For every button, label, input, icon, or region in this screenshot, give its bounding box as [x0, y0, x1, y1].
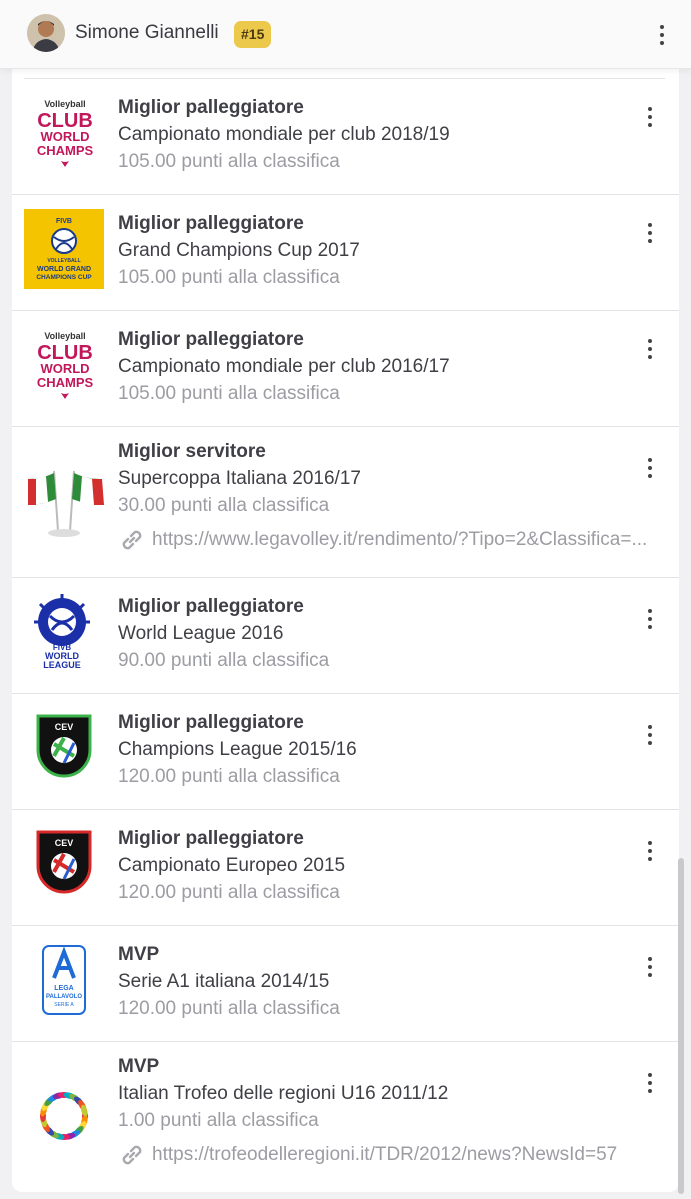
award-event: Campionato mondiale per club 2016/17 [118, 356, 450, 377]
svg-text:WORLD: WORLD [40, 361, 89, 376]
svg-text:CHAMPS: CHAMPS [37, 143, 94, 158]
fivb-world-league-logo: FIVB WORLD LEAGUE [24, 592, 106, 674]
award-title: MVP [118, 944, 160, 965]
lega-pallavolo-logo: LEGA PALLAVOLO SERIE A [24, 942, 106, 1024]
cev-champions-league-logo: CEV [24, 710, 106, 792]
svg-text:LEGA: LEGA [54, 985, 73, 992]
award-title: Miglior servitore [118, 441, 266, 462]
more-options-icon[interactable] [638, 836, 662, 866]
award-points: 105.00 punti alla classifica [118, 383, 340, 404]
award-title: Miglior palleggiatore [118, 828, 304, 849]
svg-text:VOLLEYBALL: VOLLEYBALL [47, 258, 80, 264]
more-options-icon[interactable] [638, 1068, 662, 1098]
more-options-icon[interactable] [638, 720, 662, 750]
more-options-icon[interactable] [638, 453, 662, 483]
award-event: World League 2016 [118, 623, 284, 644]
more-options-icon[interactable] [638, 334, 662, 364]
svg-text:FIVB: FIVB [56, 218, 72, 225]
svg-text:CHAMPS: CHAMPS [37, 375, 94, 390]
award-title: Miglior palleggiatore [118, 712, 304, 733]
award-points: 120.00 punti alla classifica [118, 766, 340, 787]
award-points: 30.00 punti alla classifica [118, 495, 330, 516]
svg-text:PALLAVOLO: PALLAVOLO [46, 994, 82, 1000]
list-item[interactable]: FIVB WORLD LEAGUE Miglior palleggiatore … [12, 578, 679, 694]
award-link[interactable]: https://www.legavolley.it/rendimento/?Ti… [118, 526, 674, 554]
svg-text:Volleyball: Volleyball [44, 331, 85, 341]
award-points: 90.00 punti alla classifica [118, 650, 330, 671]
link-icon [122, 530, 142, 550]
award-points: 120.00 punti alla classifica [118, 882, 340, 903]
award-link-url: https://www.legavolley.it/rendimento/?Ti… [152, 529, 648, 550]
list-item[interactable]: CEV Miglior palleggiatore Campionato Eur… [12, 810, 679, 926]
list-item[interactable]: Volleyball CLUB WORLD CHAMPS Miglior pal… [12, 311, 679, 427]
rank-badge: #15 [234, 21, 272, 48]
list-item[interactable]: MVP Italian Trofeo delle regioni U16 201… [12, 1042, 679, 1192]
list-item[interactable]: CEV Miglior palleggiatore Champions Leag… [12, 694, 679, 810]
list-item[interactable]: LEGA PALLAVOLO SERIE A MVP Serie A1 ital… [12, 926, 679, 1042]
award-title: Miglior palleggiatore [118, 97, 304, 118]
award-link-url: https://trofeodelleregioni.it/TDR/2012/n… [152, 1144, 618, 1165]
award-title: Miglior palleggiatore [118, 596, 304, 617]
award-event: Campionato mondiale per club 2018/19 [118, 124, 450, 145]
award-event: Supercoppa Italiana 2016/17 [118, 468, 361, 489]
avatar[interactable] [27, 14, 65, 52]
award-title: Miglior palleggiatore [118, 213, 304, 234]
award-title: Miglior palleggiatore [118, 329, 304, 350]
club-world-champs-logo: Volleyball CLUB WORLD CHAMPS [24, 97, 106, 179]
award-event: Campionato Europeo 2015 [118, 855, 346, 876]
award-points: 1.00 punti alla classifica [118, 1110, 319, 1131]
svg-text:Volleyball: Volleyball [44, 99, 85, 109]
link-icon [122, 1145, 142, 1165]
list-item[interactable]: FIVB VOLLEYBALL WORLD GRAND CHAMPIONS CU… [12, 195, 679, 311]
svg-text:WORLD: WORLD [40, 129, 89, 144]
svg-text:CEV: CEV [55, 722, 74, 732]
award-event: Serie A1 italiana 2014/15 [118, 971, 330, 992]
list-item[interactable]: Miglior servitore Supercoppa Italiana 20… [12, 427, 679, 578]
more-options-icon[interactable] [638, 604, 662, 634]
club-world-champs-logo: Volleyball CLUB WORLD CHAMPS [24, 329, 106, 411]
award-title: MVP [118, 1056, 160, 1077]
award-points: 120.00 punti alla classifica [118, 998, 340, 1019]
list-item[interactable]: Volleyball CLUB WORLD CHAMPS Miglior pal… [12, 79, 679, 195]
cev-eurovolley-logo: CEV [24, 826, 106, 908]
award-event: Grand Champions Cup 2017 [118, 240, 360, 261]
svg-text:SERIE A: SERIE A [54, 1002, 74, 1008]
awards-list: Volleyball CLUB WORLD CHAMPS Miglior pal… [12, 68, 679, 1192]
more-options-icon[interactable] [638, 102, 662, 132]
award-points: 105.00 punti alla classifica [118, 267, 340, 288]
trofeo-regioni-logo [24, 1080, 106, 1162]
scrollbar[interactable] [678, 858, 684, 1194]
more-options-icon[interactable] [638, 218, 662, 248]
header-more-options-icon[interactable] [650, 20, 674, 50]
italian-flags-logo [24, 465, 106, 547]
svg-text:CEV: CEV [55, 838, 74, 848]
more-options-icon[interactable] [638, 952, 662, 982]
svg-text:CHAMPIONS CUP: CHAMPIONS CUP [36, 274, 92, 281]
award-points: 105.00 punti alla classifica [118, 151, 340, 172]
profile-header: Simone Giannelli #15 [0, 0, 691, 69]
award-event: Champions League 2015/16 [118, 739, 357, 760]
award-event: Italian Trofeo delle regioni U16 2011/12 [118, 1083, 449, 1104]
award-link[interactable]: https://trofeodelleregioni.it/TDR/2012/n… [118, 1141, 674, 1169]
svg-text:LEAGUE: LEAGUE [43, 660, 81, 670]
svg-text:WORLD GRAND: WORLD GRAND [37, 266, 91, 273]
world-grand-champions-cup-logo: FIVB VOLLEYBALL WORLD GRAND CHAMPIONS CU… [24, 209, 104, 289]
player-name: Simone Giannelli [75, 22, 219, 43]
